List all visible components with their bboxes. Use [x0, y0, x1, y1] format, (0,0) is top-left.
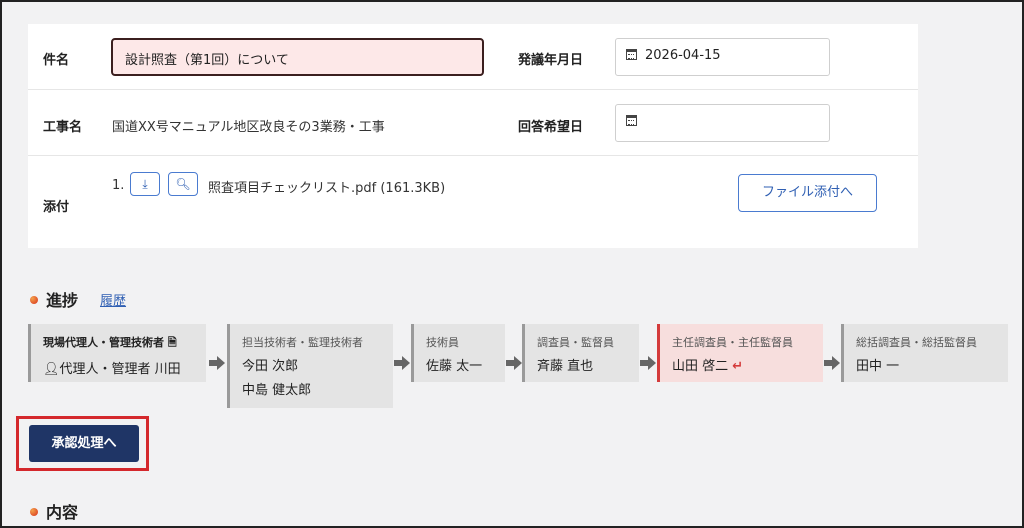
attachment-file-link[interactable]: 照査項目チェックリスト.pdf (161.3KB)	[208, 177, 445, 196]
progress-step-5-active: 主任調査員・主任監督員 山田 啓二 ↵	[657, 324, 823, 382]
step-name: 斉藤 直也	[537, 359, 594, 374]
attachment-index: 1.	[112, 178, 125, 193]
calendar-icon	[626, 115, 637, 126]
step-name: 佐藤 太一	[426, 359, 483, 374]
attach-file-button[interactable]: ファイル添付へ	[738, 174, 877, 212]
subject-label: 件名	[43, 53, 70, 68]
step-arrow-icon	[640, 356, 656, 370]
progress-step-2: 担当技術者・監理技術者 今田 次郎 中島 健太郎	[227, 324, 393, 408]
step-name: 中島 健太郎	[242, 383, 312, 398]
user-icon: 👤︎	[43, 362, 60, 377]
step-role: 調査員・監督員	[537, 336, 614, 349]
form-row-project: 工事名 国道XX号マニュアル地区改良その3業務・工事 回答希望日	[28, 90, 918, 156]
step-role: 担当技術者・監理技術者	[242, 336, 363, 349]
issue-date-label: 発議年月日	[518, 53, 584, 68]
form-row-subject: 件名 設計照査（第1回）について 発議年月日 2026-04-15	[28, 24, 918, 90]
form-card: 件名 設計照査（第1回）について 発議年月日 2026-04-15 工事名 国道…	[28, 24, 918, 248]
progress-step-1: 現場代理人・管理技術者 🗎 👤︎代理人・管理者 川田	[28, 324, 206, 382]
step-arrow-icon	[506, 356, 522, 370]
step-role: 総括調査員・総括監督員	[856, 336, 977, 349]
progress-step-4: 調査員・監督員 斉藤 直也	[522, 324, 639, 382]
step-name: 今田 次郎	[242, 359, 299, 374]
reply-date-label: 回答希望日	[518, 120, 584, 135]
attachment-label: 添付	[43, 200, 70, 215]
bullet-icon	[30, 508, 38, 516]
approve-button[interactable]: 承認処理へ	[29, 425, 139, 462]
step-name: 👤︎代理人・管理者 川田	[43, 362, 181, 377]
calendar-icon	[626, 49, 637, 60]
step-role: 技術員	[426, 336, 459, 349]
download-button[interactable]: ⤓	[130, 172, 160, 196]
step-arrow-icon	[394, 356, 410, 370]
step-name: 山田 啓二 ↵	[672, 359, 744, 374]
step-name: 田中 一	[856, 359, 900, 374]
content-section-title: 内容	[30, 499, 78, 523]
progress-step-6: 総括調査員・総括監督員 田中 一	[841, 324, 1008, 382]
download-icon: ⤓	[142, 177, 148, 191]
step-role: 主任調査員・主任監督員	[672, 336, 793, 349]
subject-input[interactable]: 設計照査（第1回）について	[111, 38, 484, 76]
preview-button[interactable]: 🔍︎	[168, 172, 198, 196]
document-icon: 🗎	[167, 336, 177, 349]
progress-title-text: 進捗	[46, 291, 79, 310]
progress-step-3: 技術員 佐藤 太一	[411, 324, 505, 382]
bullet-icon	[30, 296, 38, 304]
project-value: 国道XX号マニュアル地区改良その3業務・工事	[112, 120, 385, 135]
content-title-text: 内容	[46, 503, 79, 522]
reply-date-field[interactable]	[615, 104, 830, 142]
search-icon: 🔍︎	[175, 177, 191, 191]
step-arrow-icon	[209, 356, 225, 370]
step-role: 現場代理人・管理技術者 🗎	[43, 336, 177, 349]
progress-section-title: 進捗	[30, 287, 78, 311]
history-link[interactable]: 履歴	[100, 290, 126, 309]
step-arrow-icon	[824, 356, 840, 370]
return-arrow-icon: ↵	[732, 359, 744, 374]
issue-date-field[interactable]: 2026-04-15	[615, 38, 830, 76]
issue-date-value: 2026-04-15	[645, 48, 721, 63]
project-label: 工事名	[43, 120, 83, 135]
